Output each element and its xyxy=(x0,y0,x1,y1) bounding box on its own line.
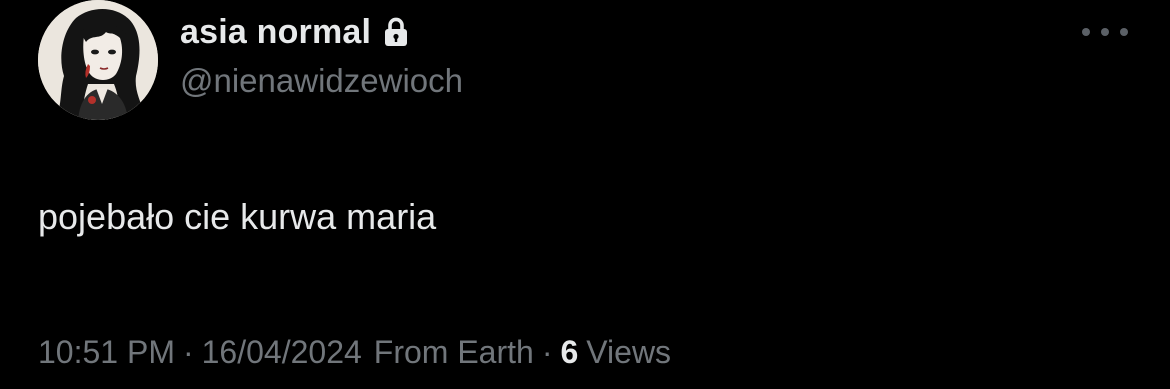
avatar[interactable] xyxy=(38,0,158,120)
meta-separator: · xyxy=(541,334,553,370)
tweet-metadata: 10:51 PM · 16/04/2024 From Earth · 6 Vie… xyxy=(38,334,671,371)
meta-separator: · xyxy=(182,334,194,370)
display-name-row: asia normal xyxy=(180,10,409,54)
tweet-source: From Earth xyxy=(373,334,534,370)
more-dot xyxy=(1082,28,1090,36)
tweet-time[interactable]: 10:51 PM xyxy=(38,334,175,371)
avatar-illustration xyxy=(38,0,158,120)
display-name[interactable]: asia normal xyxy=(180,13,371,52)
more-dot xyxy=(1120,28,1128,36)
views-label[interactable]: Views xyxy=(586,334,671,371)
tweet: asia normal @nienawidzewioch pojebało ci… xyxy=(0,0,1170,389)
tweet-text: pojebało cie kurwa maria xyxy=(38,196,437,237)
more-icon[interactable] xyxy=(1082,22,1128,42)
user-handle[interactable]: @nienawidzewioch xyxy=(180,62,463,100)
lock-icon xyxy=(383,17,409,47)
more-dot xyxy=(1101,28,1109,36)
tweet-date[interactable]: 16/04/2024 xyxy=(202,334,362,371)
views-count[interactable]: 6 xyxy=(560,334,578,371)
